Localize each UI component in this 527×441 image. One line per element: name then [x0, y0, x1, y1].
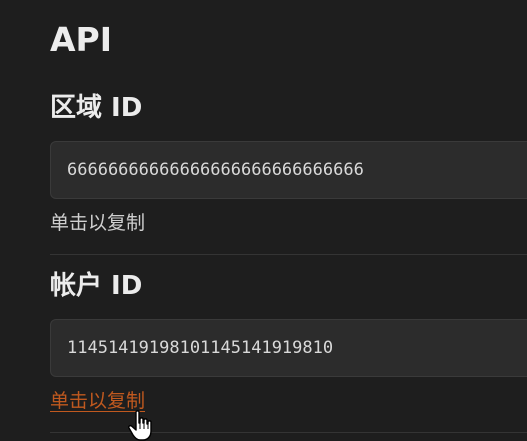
zone-id-field[interactable]: 66666666666666666666666666666 — [50, 141, 527, 199]
api-panel: API 区域 ID 66666666666666666666666666666 … — [0, 0, 527, 441]
divider — [50, 254, 527, 255]
zone-id-heading: 区域 ID — [50, 93, 143, 123]
account-id-field[interactable]: 11451419198101145141919810 — [50, 319, 527, 377]
api-title: API — [50, 20, 113, 59]
zone-id-copy-link[interactable]: 单击以复制 — [50, 210, 145, 236]
zone-id-value[interactable]: 66666666666666666666666666666 — [67, 142, 364, 198]
account-id-heading: 帐户 ID — [50, 271, 143, 301]
divider — [50, 432, 527, 433]
hand-pointer-icon — [128, 410, 152, 441]
account-id-value[interactable]: 11451419198101145141919810 — [67, 320, 333, 376]
